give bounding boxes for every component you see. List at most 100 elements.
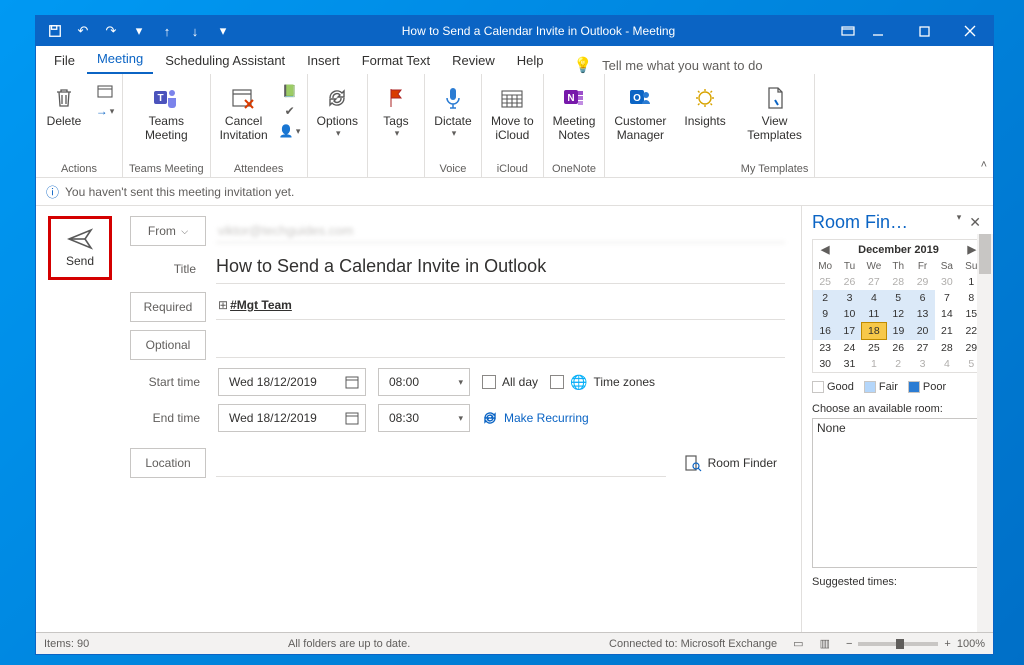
prev-month-button[interactable]: ◀ <box>817 243 833 256</box>
ribbon-group-customer-manager: O Customer Manager <box>605 74 675 177</box>
tags-button[interactable]: Tags ▾ <box>374 82 418 141</box>
undo-icon[interactable]: ↶ <box>70 19 96 43</box>
tell-me-search[interactable]: 💡 Tell me what you want to do <box>573 56 762 74</box>
move-to-icloud-button[interactable]: Move to iCloud <box>488 82 537 145</box>
location-input[interactable] <box>216 449 666 477</box>
ribbon-group-onenote: N Meeting Notes OneNote <box>544 74 606 177</box>
optional-input[interactable] <box>216 332 785 358</box>
close-button[interactable] <box>947 16 993 46</box>
view-templates-button[interactable]: View Templates <box>744 82 805 145</box>
svg-text:N: N <box>567 93 574 104</box>
send-button[interactable]: Send <box>48 216 112 280</box>
room-finder-button[interactable]: Room Finder <box>676 450 785 476</box>
status-bar: Items: 90 All folders are up to date. Co… <box>36 632 993 654</box>
view-normal-icon[interactable]: ▭ <box>793 637 803 650</box>
options-button[interactable]: Options ▾ <box>314 82 361 141</box>
scrollbar[interactable] <box>977 234 993 632</box>
end-time-label: End time <box>130 411 206 425</box>
panel-title: Room Fin… <box>812 212 908 233</box>
ribbon-group-teams: T Teams Meeting Teams Meeting <box>123 74 211 177</box>
tab-meeting[interactable]: Meeting <box>87 47 153 74</box>
qat-customize-icon[interactable]: ▾ <box>126 19 152 43</box>
response-options-icon[interactable]: 👤▾ <box>279 122 301 140</box>
icloud-calendar-icon <box>498 84 526 112</box>
tab-format-text[interactable]: Format Text <box>352 49 440 74</box>
tab-scheduling-assistant[interactable]: Scheduling Assistant <box>155 49 295 74</box>
tab-help[interactable]: Help <box>507 49 554 74</box>
minimize-button[interactable] <box>855 16 901 46</box>
zoom-slider[interactable] <box>858 642 938 646</box>
status-connection: Connected to: Microsoft Exchange <box>609 638 777 650</box>
ribbon-group-options: Options ▾ <box>308 74 368 177</box>
redo-icon[interactable]: ↷ <box>98 19 124 43</box>
maximize-button[interactable] <box>901 16 947 46</box>
ribbon-group-insights: Insights <box>675 74 734 177</box>
view-reading-icon[interactable]: ▥ <box>820 637 830 650</box>
next-item-icon[interactable]: ↓ <box>182 19 208 43</box>
location-button[interactable]: Location <box>130 448 206 478</box>
status-sync: All folders are up to date. <box>105 638 593 650</box>
teams-meeting-button[interactable]: T Teams Meeting <box>142 82 191 145</box>
save-icon[interactable] <box>42 19 68 43</box>
info-text: You haven't sent this meeting invitation… <box>65 185 294 199</box>
optional-button[interactable]: Optional <box>130 330 206 360</box>
status-items: Items: 90 <box>44 638 89 650</box>
meeting-form: Send From ⌵ viktor@techguides.com Title … <box>36 206 801 632</box>
qat-dropdown-icon[interactable]: ▾ <box>210 19 236 43</box>
window-title: How to Send a Calendar Invite in Outlook… <box>236 24 841 38</box>
make-recurring-button[interactable]: Make Recurring <box>482 410 589 426</box>
time-zones-checkbox[interactable]: 🌐 Time zones <box>550 374 655 391</box>
from-value: viktor@techguides.com <box>216 219 785 243</box>
panel-close-button[interactable]: ✕ <box>965 212 985 233</box>
room-list[interactable]: None <box>812 418 985 568</box>
title-label: Title <box>130 254 206 284</box>
tab-insert[interactable]: Insert <box>297 49 350 74</box>
address-book-icon[interactable]: 📗 <box>279 82 301 100</box>
room-finder-panel: Room Fin… ▾ ✕ ◀ December 2019 ▶ MoTuWeTh… <box>801 206 993 632</box>
all-day-checkbox[interactable]: All day <box>482 375 538 389</box>
calendar-icon <box>345 411 359 425</box>
recurrence-icon <box>323 84 351 112</box>
start-date-input[interactable]: Wed 18/12/2019 <box>218 368 366 396</box>
choose-room-label: Choose an available room: <box>812 403 985 415</box>
insights-button[interactable]: Insights <box>681 82 728 130</box>
ribbon-group-attendees: Cancel Invitation 📗 ✔ 👤▾ Attendees <box>211 74 308 177</box>
outlook-meeting-window: ↶ ↷ ▾ ↑ ↓ ▾ How to Send a Calendar Invit… <box>35 15 994 655</box>
zoom-out-button[interactable]: − <box>846 638 852 650</box>
trash-icon <box>50 84 78 112</box>
start-time-label: Start time <box>130 375 206 389</box>
end-date-input[interactable]: Wed 18/12/2019 <box>218 404 366 432</box>
titlebar: ↶ ↷ ▾ ↑ ↓ ▾ How to Send a Calendar Invit… <box>36 16 993 46</box>
delete-button[interactable]: Delete <box>42 82 86 130</box>
recurring-icon <box>482 410 498 426</box>
calendar-grid[interactable]: MoTuWeThFrSaSu 2526272829301234567891011… <box>813 259 984 372</box>
calendar-small-icon[interactable] <box>94 82 116 100</box>
previous-item-icon[interactable]: ↑ <box>154 19 180 43</box>
meeting-notes-button[interactable]: N Meeting Notes <box>550 82 599 145</box>
teams-icon: T <box>152 84 180 112</box>
calendar-month: December 2019 <box>858 244 939 256</box>
tab-file[interactable]: File <box>44 49 85 74</box>
required-button[interactable]: Required <box>130 292 206 322</box>
start-time-input[interactable]: 08:00▾ <box>378 368 470 396</box>
info-bar: ⓘ You haven't sent this meeting invitati… <box>36 178 993 206</box>
tab-review[interactable]: Review <box>442 49 505 74</box>
cancel-invitation-button[interactable]: Cancel Invitation <box>217 82 271 145</box>
end-time-input[interactable]: 08:30▾ <box>378 404 470 432</box>
room-finder-icon <box>684 454 702 472</box>
required-input[interactable]: ⊞#Mgt Team <box>216 294 785 320</box>
from-button[interactable]: From ⌵ <box>130 216 206 246</box>
group-icon: ⊞ <box>218 298 228 312</box>
globe-icon: 🌐 <box>570 374 587 391</box>
ribbon-display-icon[interactable] <box>841 26 855 36</box>
dictate-button[interactable]: Dictate ▾ <box>431 82 475 141</box>
microphone-icon <box>439 84 467 112</box>
panel-options-icon[interactable]: ▾ <box>957 212 962 233</box>
customer-manager-button[interactable]: O Customer Manager <box>611 82 669 145</box>
info-icon: ⓘ <box>46 182 59 201</box>
title-input[interactable]: How to Send a Calendar Invite in Outlook <box>216 254 785 284</box>
forward-small-icon[interactable]: → ▾ <box>94 102 116 120</box>
collapse-ribbon-icon[interactable]: ˄ <box>981 159 987 171</box>
check-names-icon[interactable]: ✔ <box>279 102 301 120</box>
zoom-in-button[interactable]: + <box>944 638 950 650</box>
